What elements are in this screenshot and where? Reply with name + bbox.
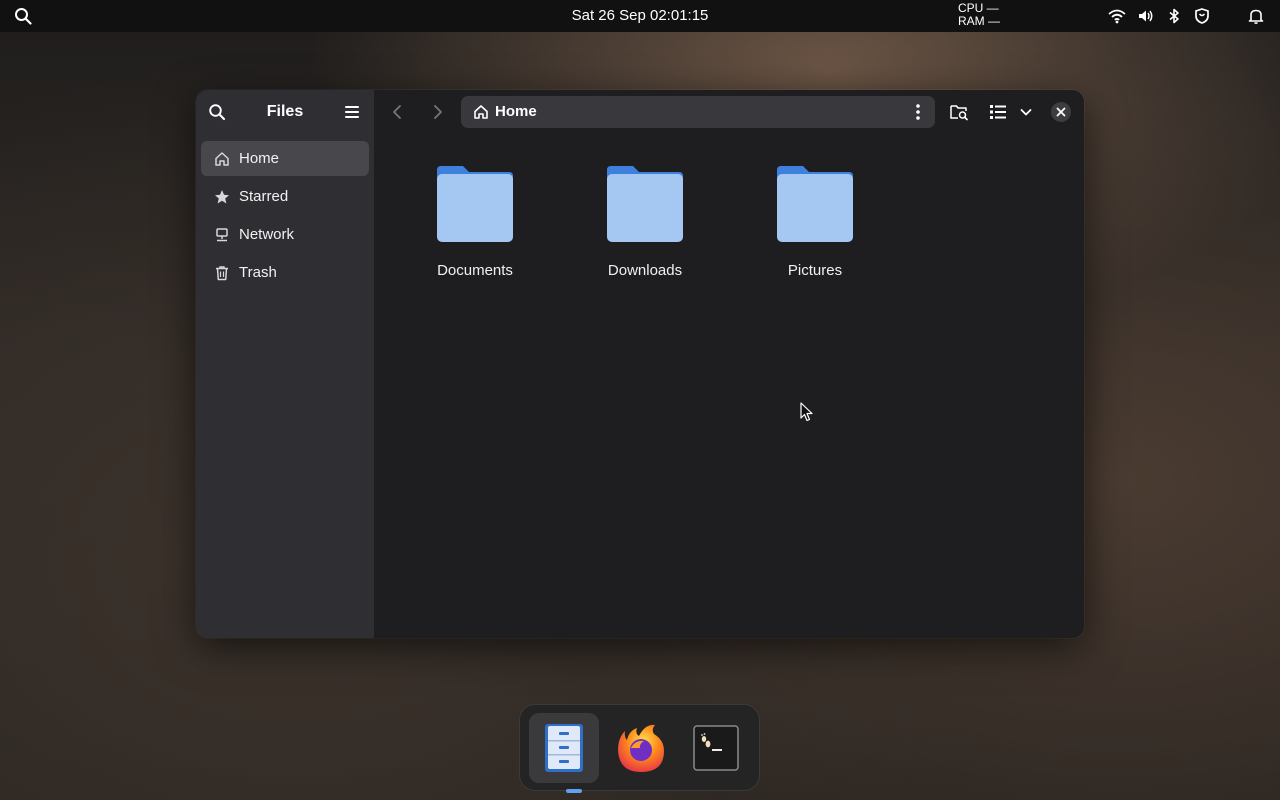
list-view-icon[interactable] xyxy=(988,102,1008,122)
sidebar-item-starred[interactable]: Starred xyxy=(201,179,369,214)
home-icon xyxy=(473,104,489,120)
trash-icon xyxy=(214,265,230,281)
chevron-down-icon[interactable] xyxy=(1016,102,1036,122)
folder-icon xyxy=(411,164,539,244)
ram-readout: RAM — xyxy=(958,14,1000,28)
forward-arrow-icon[interactable] xyxy=(426,102,448,122)
top-bar: Sat 26 Sep 02:01:15 CPU — RAM — xyxy=(0,0,1280,32)
search-icon[interactable] xyxy=(14,7,32,25)
folder-search-icon[interactable] xyxy=(949,102,969,122)
clock-container: Sat 26 Sep 02:01:15 xyxy=(0,0,1280,32)
sidebar-item-trash[interactable]: Trash xyxy=(201,255,369,290)
hamburger-menu-icon[interactable] xyxy=(343,103,361,121)
folder-label: Downloads xyxy=(607,262,683,279)
firefox-icon xyxy=(615,722,667,774)
sidebar-item-home[interactable]: Home xyxy=(201,141,369,176)
star-icon xyxy=(214,189,230,205)
network-icon xyxy=(214,227,230,243)
sidebar-item-label: Home xyxy=(239,150,280,167)
close-button[interactable] xyxy=(1051,102,1071,122)
sidebar-item-label: Trash xyxy=(239,264,277,281)
back-arrow-icon[interactable] xyxy=(387,102,409,122)
sidebar: Files Home Starred Network Trash xyxy=(196,90,374,638)
dock-app-firefox[interactable] xyxy=(605,713,675,783)
system-monitor[interactable]: CPU — RAM — xyxy=(958,2,1000,28)
location-bar[interactable]: Home xyxy=(461,96,935,128)
dock-app-terminal[interactable] xyxy=(681,713,751,783)
kebab-menu-icon[interactable] xyxy=(911,103,925,121)
folder-label: Pictures xyxy=(787,262,843,279)
shield-icon[interactable] xyxy=(1193,7,1211,25)
clock[interactable]: Sat 26 Sep 02:01:15 xyxy=(572,7,709,24)
wifi-icon[interactable] xyxy=(1108,7,1126,25)
home-icon xyxy=(214,151,230,167)
running-indicator xyxy=(566,789,582,793)
content-area: Home Documents Downloads Pictures xyxy=(374,90,1084,638)
folder-icon xyxy=(751,164,879,244)
files-icon xyxy=(544,723,584,773)
files-window: Files Home Starred Network Trash Home Do… xyxy=(196,90,1084,638)
bell-icon[interactable] xyxy=(1247,7,1265,25)
sidebar-item-label: Network xyxy=(239,226,295,243)
folder-item-pictures[interactable]: Pictures xyxy=(751,164,879,284)
folder-label: Documents xyxy=(437,262,513,279)
sidebar-item-network[interactable]: Network xyxy=(201,217,369,252)
sidebar-item-label: Starred xyxy=(239,188,289,205)
folder-item-documents[interactable]: Documents xyxy=(411,164,539,284)
dock-app-files[interactable] xyxy=(529,713,599,793)
search-icon[interactable] xyxy=(208,103,226,121)
sidebar-list: Home Starred Network Trash xyxy=(201,141,369,293)
bluetooth-icon[interactable] xyxy=(1165,7,1183,25)
folder-icon xyxy=(581,164,709,244)
sidebar-header: Files xyxy=(196,90,374,134)
volume-icon[interactable] xyxy=(1137,7,1155,25)
terminal-icon xyxy=(693,725,739,771)
folder-item-downloads[interactable]: Downloads xyxy=(581,164,709,284)
close-icon xyxy=(1051,102,1071,122)
dock xyxy=(519,704,760,793)
path-label: Home xyxy=(495,103,537,120)
